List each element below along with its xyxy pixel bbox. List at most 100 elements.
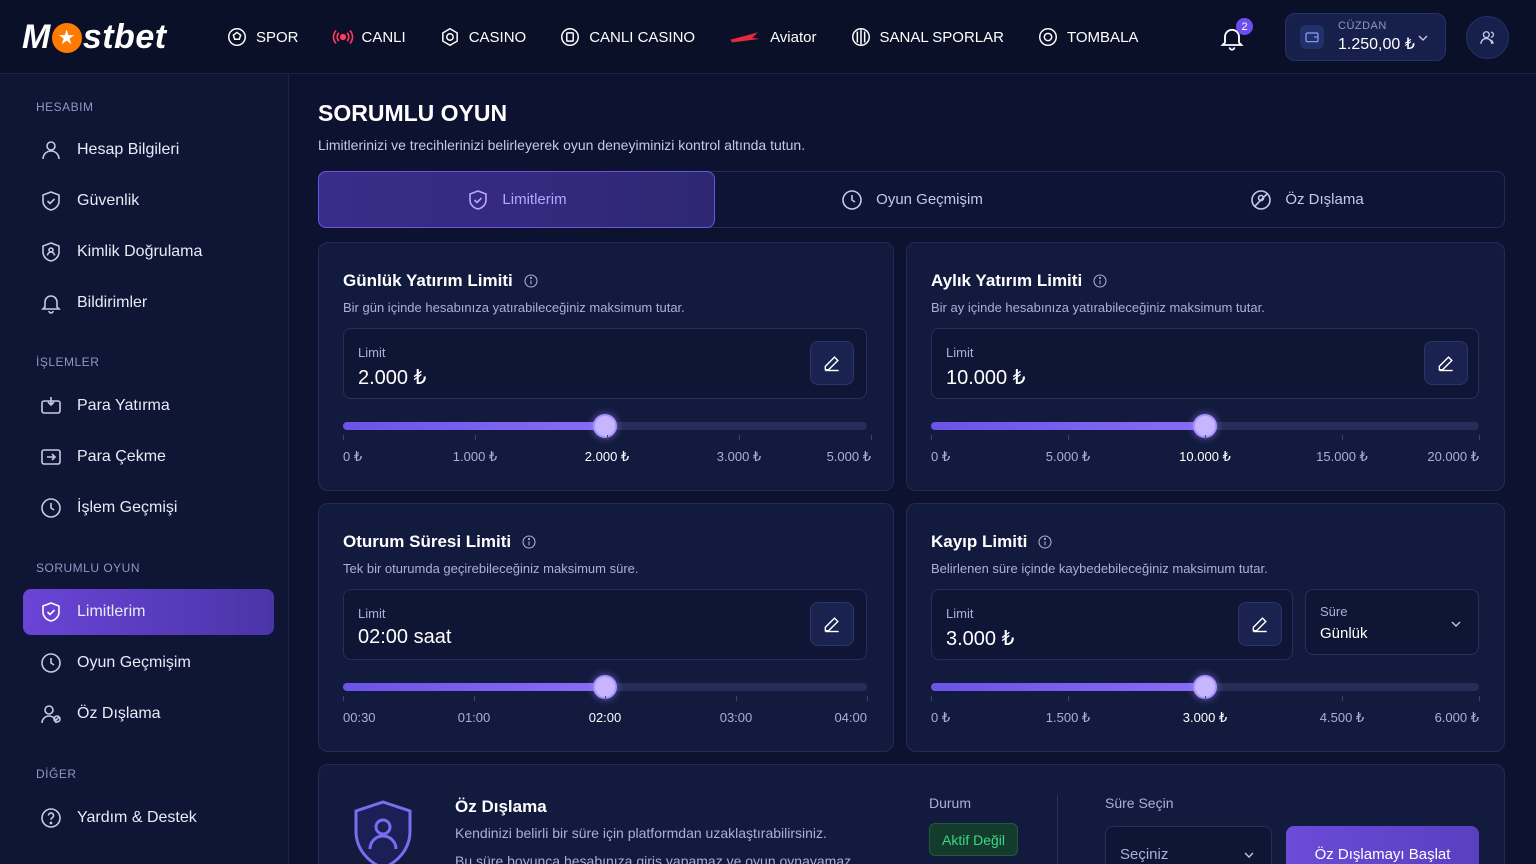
sidebar-item-para-cekme[interactable]: Para Çekme xyxy=(23,434,274,480)
sidebar-group-hesabim: HESABIM xyxy=(36,100,94,114)
period-select[interactable]: Seçiniz xyxy=(1105,826,1272,864)
chevron-down-icon xyxy=(1418,35,1428,41)
nav-casino[interactable]: CASINO xyxy=(439,26,527,48)
live-casino-icon xyxy=(561,28,580,46)
limit-label: Limit xyxy=(946,345,974,360)
limit-slider[interactable] xyxy=(931,675,1479,699)
nav-spor[interactable]: SPOR xyxy=(226,26,299,48)
sidebar-item-label: Limitlerim xyxy=(77,603,146,620)
slider-tick-label: 6.000 ₺ xyxy=(1434,710,1479,725)
info-icon[interactable] xyxy=(521,534,537,550)
card-title: Kayıp Limiti xyxy=(931,532,1053,552)
sidebar-item-yardim-destek[interactable]: Yardım & Destek xyxy=(23,795,274,841)
user-menu-button[interactable] xyxy=(1466,16,1509,59)
nav-label: CANLI CASINO xyxy=(589,28,696,46)
tab-label: Limitlerim xyxy=(502,191,567,208)
sidebar-item-label: Hesap Bilgileri xyxy=(77,141,180,158)
card-title: Oturum Süresi Limiti xyxy=(343,532,537,552)
self-exclusion-description-2: Bu süre boyunca hesabınıza giriş yapamaz… xyxy=(455,853,856,864)
status-badge: Aktif Değil xyxy=(929,823,1019,856)
limit-label: Limit xyxy=(946,606,974,621)
slider-tick-label: 10.000 ₺ xyxy=(1179,449,1231,464)
slider-tick-mark xyxy=(1205,696,1206,701)
limit-value: 3.000 ₺ xyxy=(946,628,1015,650)
brand-logo[interactable]: M ★ stbet xyxy=(22,18,167,57)
limit-slider[interactable] xyxy=(343,414,867,438)
monthly-deposit-limit-card: Aylık Yatırım Limiti Bir ay içinde hesab… xyxy=(906,242,1505,491)
limit-field: Limit 10.000 ₺ xyxy=(931,328,1479,399)
users-icon xyxy=(1479,30,1494,44)
slider-tick-mark xyxy=(343,696,344,701)
info-icon[interactable] xyxy=(1092,273,1108,289)
nav-label: CASINO xyxy=(468,28,527,46)
aviator-plane-icon xyxy=(730,32,760,43)
pencil-icon xyxy=(824,356,839,372)
nav-canli[interactable]: CANLI xyxy=(332,26,406,48)
duration-select[interactable]: Süre Günlük xyxy=(1305,589,1479,655)
slider-tick-mark xyxy=(931,696,932,701)
slider-tick-mark xyxy=(1068,696,1069,701)
main-content: SORUMLU OYUN Limitlerinizi ve trecihleri… xyxy=(318,74,1506,864)
info-icon[interactable] xyxy=(523,273,539,289)
sidebar-item-bildirimler[interactable]: Bildirimler xyxy=(23,280,274,326)
slider-tick-mark xyxy=(867,696,868,701)
shield-user-icon xyxy=(354,800,412,864)
sidebar-item-para-yatirma[interactable]: Para Yatırma xyxy=(23,383,274,429)
card-description: Tek bir oturumda geçirebileceğiniz maksi… xyxy=(343,561,639,576)
slider-tick-label: 5.000 ₺ xyxy=(826,449,871,464)
sidebar-group-islemler: İŞLEMLER xyxy=(36,355,100,369)
slider-fill xyxy=(343,683,605,691)
nav-sanal-sporlar[interactable]: SANAL SPORLAR xyxy=(850,26,1004,48)
slider-fill xyxy=(343,422,605,430)
chevron-down-icon xyxy=(1451,621,1461,627)
edit-limit-button[interactable] xyxy=(1424,341,1468,385)
nav-tombala[interactable]: TOMBALA xyxy=(1037,26,1138,48)
clock-icon xyxy=(842,189,862,210)
sidebar-item-oz-dislama[interactable]: Öz Dışlama xyxy=(23,691,274,737)
period-label: Süre Seçin xyxy=(1105,795,1174,811)
main-nav: SPOR CANLI CASINO CANLI CASINO Aviator S… xyxy=(226,0,1171,74)
sidebar-item-oyun-gecmisim[interactable]: Oyun Geçmişim xyxy=(23,640,274,686)
tab-oz-dislama[interactable]: Öz Dışlama xyxy=(1109,172,1504,227)
shield-id-icon xyxy=(42,242,60,262)
block-icon xyxy=(1251,189,1272,210)
sidebar-item-islem-gecmisi[interactable]: İşlem Geçmişi xyxy=(23,485,274,531)
nav-aviator[interactable]: Aviator xyxy=(728,26,817,48)
withdraw-icon xyxy=(41,449,61,465)
sidebar-item-label: Para Çekme xyxy=(77,448,166,465)
divider xyxy=(1057,795,1058,864)
sidebar-item-label: Para Yatırma xyxy=(77,397,170,414)
info-icon[interactable] xyxy=(1037,534,1053,550)
edit-limit-button[interactable] xyxy=(1238,602,1282,646)
slider-thumb[interactable] xyxy=(593,414,617,438)
start-self-exclusion-button[interactable]: Öz Dışlamayı Başlat xyxy=(1286,826,1479,864)
self-exclusion-description: Kendinizi belirli bir süre için platform… xyxy=(455,825,827,841)
limit-slider[interactable] xyxy=(343,675,867,699)
tab-oyun-gecmisim[interactable]: Oyun Geçmişim xyxy=(714,172,1109,227)
sidebar-item-hesap-bilgileri[interactable]: Hesap Bilgileri xyxy=(23,127,274,173)
tab-limitlerim[interactable]: Limitlerim xyxy=(318,171,715,228)
edit-limit-button[interactable] xyxy=(810,341,854,385)
sidebar-item-limitlerim[interactable]: Limitlerim xyxy=(23,589,274,635)
sidebar-item-guvenlik[interactable]: Güvenlik xyxy=(23,178,274,224)
duration-label: Süre xyxy=(1320,604,1348,619)
notifications-button[interactable]: 2 xyxy=(1218,18,1253,52)
slider-tick-mark xyxy=(1342,435,1343,440)
slider-tick-label: 15.000 ₺ xyxy=(1316,449,1368,464)
nav-label: Aviator xyxy=(770,28,817,46)
tab-label: Öz Dışlama xyxy=(1285,191,1364,208)
slider-tick-mark xyxy=(475,435,476,440)
nav-canli-casino[interactable]: CANLI CASINO xyxy=(559,26,695,48)
sidebar-item-kimlik-dogrulama[interactable]: Kimlik Doğrulama xyxy=(23,229,274,275)
nav-label: SPOR xyxy=(256,28,299,46)
nav-label: CANLI xyxy=(361,28,406,46)
wallet-button[interactable]: CÜZDAN 1.250,00 ₺ xyxy=(1285,13,1446,61)
limit-slider[interactable] xyxy=(931,414,1479,438)
shield-check-icon xyxy=(42,602,60,622)
slider-tick-mark xyxy=(1479,435,1480,440)
edit-limit-button[interactable] xyxy=(810,602,854,646)
slider-tick-label: 4.500 ₺ xyxy=(1319,710,1365,725)
virtual-sports-icon xyxy=(851,28,870,46)
top-bar: M ★ stbet SPOR CANLI CASINO CANLI CASINO… xyxy=(0,0,1536,74)
pencil-icon xyxy=(824,617,839,633)
